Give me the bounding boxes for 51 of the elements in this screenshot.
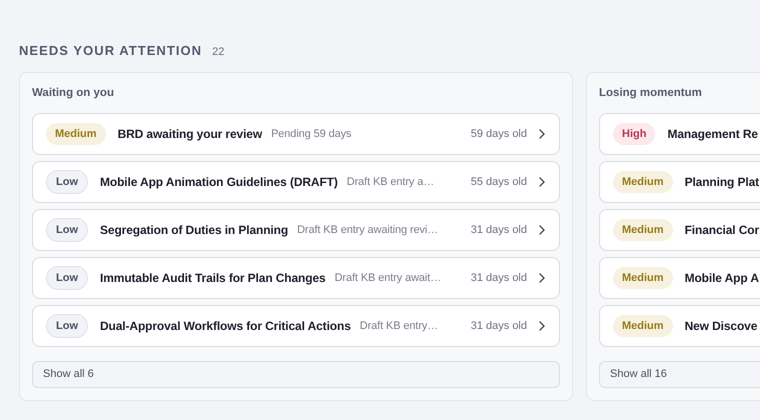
- panel-title: Waiting on you: [32, 86, 114, 100]
- attention-item[interactable]: Low Immutable Audit Trails for Plan Changes Draft KB entry await… 31 days old: [32, 256, 560, 299]
- priority-badge: Medium: [613, 266, 673, 289]
- item-title: Mobile App Animation Guidelines (DRAFT): [100, 174, 338, 191]
- attention-item[interactable]: Medium Mobile App A: [599, 256, 760, 299]
- attention-item[interactable]: Low Segregation of Duties in Planning Draft KB entry awaiting revi… 31 days old: [32, 208, 560, 251]
- chevron-right-icon: [539, 272, 545, 283]
- priority-badge: Medium: [613, 314, 673, 337]
- show-all-button[interactable]: Show all 16: [599, 360, 760, 388]
- chevron-right-icon: [539, 128, 545, 139]
- attention-item[interactable]: Low Dual-Approval Workflows for Critical Actions Draft KB entry… 31 days old: [32, 304, 560, 347]
- item-detail: Draft KB entry a…: [346, 174, 434, 190]
- item-title: Dual-Approval Workflows for Critical Actions: [100, 318, 351, 335]
- attention-item[interactable]: Low Mobile App Animation Guidelines (DRAFT) Draft KB entry a… 55 days old: [32, 160, 560, 203]
- item-title: Planning Plat: [684, 174, 760, 191]
- item-age: 31 days old: [470, 222, 527, 238]
- attention-item[interactable]: Medium BRD awaiting your review Pending 59 days 59 days old: [32, 112, 560, 155]
- chevron-right-icon: [539, 224, 545, 235]
- priority-badge: Medium: [46, 122, 106, 145]
- item-title: New Discove: [684, 318, 758, 335]
- item-age: 55 days old: [470, 174, 527, 190]
- priority-badge: Medium: [613, 218, 673, 241]
- item-detail: Draft KB entry await…: [334, 270, 442, 286]
- item-detail: Pending 59 days: [271, 126, 352, 142]
- section-title: NEEDS YOUR ATTENTION: [19, 42, 202, 60]
- show-all-button[interactable]: Show all 6: [32, 360, 560, 388]
- attention-item[interactable]: Medium Financial Cor: [599, 208, 760, 251]
- priority-badge: Low: [46, 266, 88, 290]
- item-detail: Draft KB entry awaiting revi…: [297, 222, 438, 238]
- item-title: Segregation of Duties in Planning: [100, 222, 288, 239]
- item-title: Financial Cor: [684, 222, 760, 239]
- item-detail: Draft KB entry…: [360, 318, 438, 334]
- priority-badge: Low: [46, 314, 88, 338]
- chevron-right-icon: [539, 176, 545, 187]
- priority-badge: Low: [46, 218, 88, 242]
- attention-item[interactable]: High Management Re: [599, 112, 760, 155]
- item-age: 31 days old: [470, 270, 527, 286]
- attention-item[interactable]: Medium Planning Plat: [599, 160, 760, 203]
- priority-badge: Medium: [613, 170, 673, 193]
- item-title: Mobile App A: [684, 270, 759, 287]
- priority-badge: Low: [46, 170, 88, 194]
- item-age: 59 days old: [470, 126, 527, 142]
- item-title: BRD awaiting your review: [118, 126, 262, 143]
- panel-title: Losing momentum: [599, 86, 702, 100]
- item-age: 31 days old: [470, 318, 527, 334]
- item-title: Management Re: [667, 126, 758, 143]
- priority-badge: High: [613, 122, 656, 145]
- item-title: Immutable Audit Trails for Plan Changes: [100, 270, 326, 287]
- chevron-right-icon: [539, 320, 545, 331]
- attention-item[interactable]: Medium New Discove: [599, 304, 760, 347]
- section-count: 22: [212, 45, 224, 60]
